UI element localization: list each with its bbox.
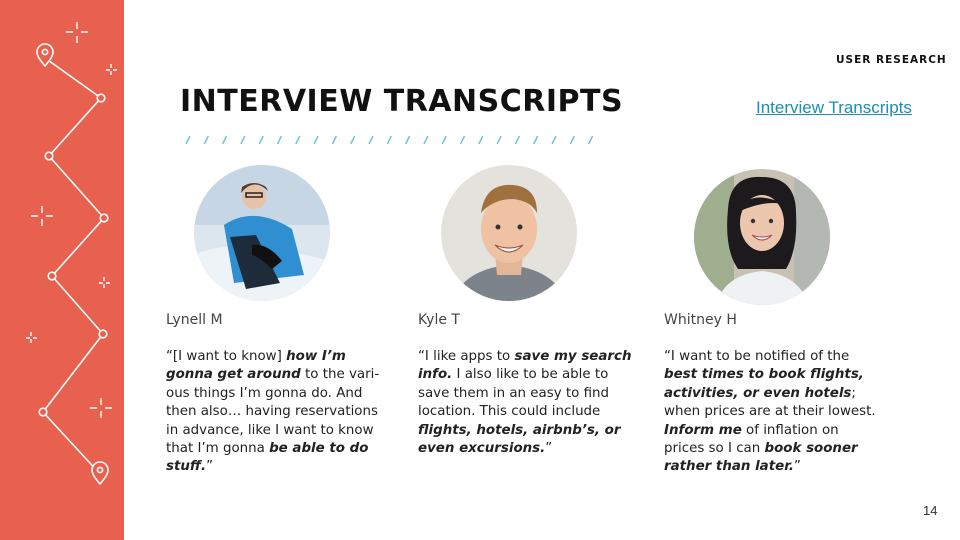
- quote-text: ”: [545, 441, 553, 457]
- quote-emphasis: flights, hotels, airbnb’s, or even excur…: [418, 422, 621, 457]
- sparkle-icon: [26, 332, 37, 343]
- slash-mark: [404, 135, 411, 145]
- slash-mark: [313, 135, 319, 145]
- slash-mark: [478, 135, 484, 145]
- slash-mark: [569, 135, 575, 145]
- slash-mark: [276, 135, 283, 145]
- section-label: USER RESEARCH: [836, 54, 947, 66]
- interviewee-name: Lynell M: [166, 312, 223, 328]
- slide-title: INTERVIEW TRANSCRIPTS: [180, 84, 624, 119]
- decorative-sidebar: [0, 0, 124, 540]
- slash-mark: [240, 135, 246, 145]
- route-node: [98, 329, 108, 339]
- sparkle-icon: [66, 22, 88, 43]
- interview-quote: “I want to be notified of the best times…: [664, 348, 879, 477]
- route-node: [44, 151, 54, 161]
- slash-mark: [459, 135, 466, 145]
- route-node: [38, 407, 48, 417]
- sparkle-icon: [99, 277, 110, 288]
- decorative-slash-divider: [185, 135, 594, 145]
- slash-mark: [423, 135, 429, 145]
- route-node: [99, 213, 109, 223]
- quote-text: ”: [793, 459, 801, 475]
- avatar-whitney: [694, 169, 830, 305]
- slash-mark: [441, 135, 447, 145]
- interview-transcripts-link[interactable]: Interview Transcripts: [756, 98, 912, 118]
- slash-mark: [258, 135, 264, 145]
- slash-mark: [514, 135, 521, 145]
- slash-mark: [185, 135, 191, 145]
- page-number: 14: [923, 503, 938, 518]
- slash-mark: [587, 135, 594, 145]
- route-node: [47, 271, 57, 281]
- route-node: [96, 93, 106, 103]
- slash-mark: [350, 135, 356, 145]
- route-illustration: [26, 22, 117, 485]
- slash-mark: [295, 135, 301, 145]
- interviewee-name: Kyle T: [418, 312, 460, 328]
- slash-mark: [533, 135, 539, 145]
- quote-text: “[I want to know]: [166, 349, 287, 364]
- interview-quote: “[I want to know] how I’m gonna get arou…: [166, 348, 381, 477]
- slash-mark: [496, 135, 502, 145]
- sparkle-icon: [31, 206, 53, 226]
- quote-emphasis: best times to book flights, activities, …: [664, 367, 864, 401]
- slash-mark: [386, 135, 392, 145]
- slash-mark: [221, 135, 228, 145]
- avatar-lynell: [194, 165, 330, 301]
- avatar-kyle: [441, 165, 577, 301]
- quote-text: ”: [206, 459, 214, 475]
- interview-quote: “I like apps to save my search info. I a…: [418, 348, 633, 458]
- sparkle-icon: [106, 64, 117, 75]
- quote-text: “I like apps to: [418, 349, 515, 364]
- sparkle-icon: [90, 398, 112, 418]
- slash-mark: [331, 135, 338, 145]
- slash-mark: [551, 135, 557, 145]
- quote-text: “I want to be notified of the: [664, 349, 850, 364]
- interviewee-name: Whitney H: [664, 312, 737, 328]
- quote-emphasis: Inform me: [664, 422, 742, 438]
- slash-mark: [368, 135, 374, 145]
- slash-mark: [203, 135, 209, 145]
- route-line: [42, 57, 105, 475]
